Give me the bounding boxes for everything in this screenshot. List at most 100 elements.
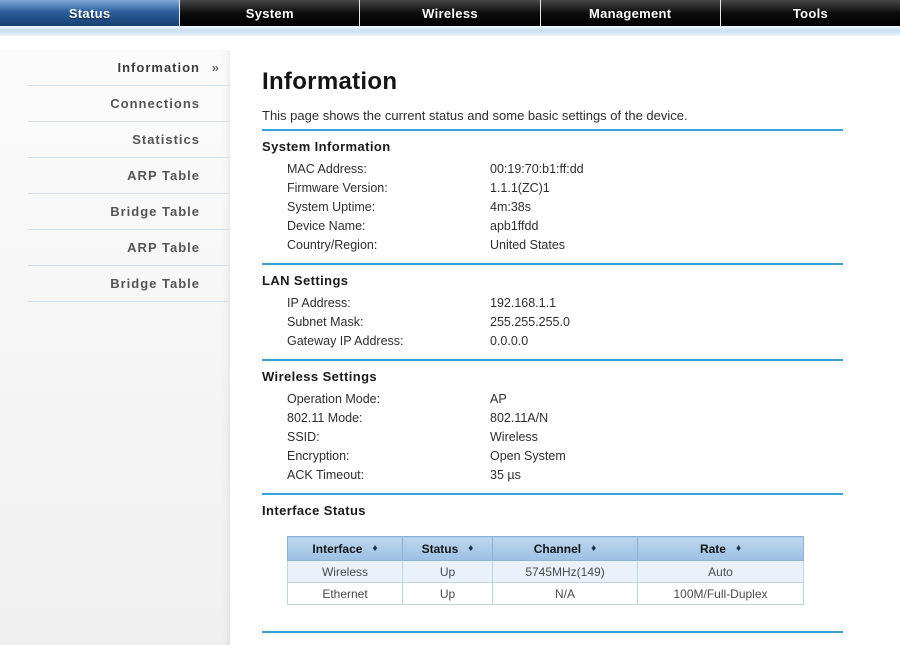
nav-tab-status[interactable]: Status [0, 0, 181, 26]
table-row-wireless: Wireless Up 5745MHz(149) Auto [287, 560, 804, 583]
section-heading-lan-settings: LAN Settings [262, 273, 349, 288]
nav-tab-wireless[interactable]: Wireless [360, 0, 541, 26]
sidebar-item-arp-table-2[interactable]: ARP Table [28, 230, 230, 266]
field-row-ip-address: IP Address: 192.168.1.1 [287, 294, 843, 313]
sidebar-item-label: Bridge Table [110, 276, 200, 291]
sidebar-item-label: ARP Table [127, 240, 200, 255]
nav-tab-management[interactable]: Management [541, 0, 721, 26]
sidebar-item-information[interactable]: Information » [28, 50, 230, 86]
divider [262, 359, 843, 361]
column-label: Interface [312, 541, 363, 556]
chevron-right-icon: » [211, 60, 219, 75]
header-spacer [0, 36, 900, 50]
sidebar-item-label: Statistics [132, 132, 200, 147]
field-label: Subnet Mask: [287, 315, 364, 329]
field-value: United States [490, 238, 566, 252]
field-value: apb1ffdd [490, 219, 539, 233]
page-body: Information » Connections Statistics ARP… [0, 50, 900, 645]
column-label: Status [421, 541, 459, 556]
field-row-80211-mode: 802.11 Mode: 802.11A/N [287, 409, 843, 428]
field-row-encryption: Encryption: Open System [287, 447, 843, 466]
cell-interface: Wireless [287, 560, 403, 583]
system-information-fields: MAC Address: 00:19:70:b1:ff:dd Firmware V… [287, 160, 843, 255]
field-label: MAC Address: [287, 162, 367, 176]
cell-interface: Ethernet [287, 582, 403, 605]
field-row-system-uptime: System Uptime: 4m:38s [287, 198, 843, 217]
sort-icon: ♦ [735, 543, 742, 554]
sidebar-item-statistics[interactable]: Statistics [28, 122, 230, 158]
field-label: ACK Timeout: [287, 468, 365, 482]
cell-channel: N/A [492, 582, 638, 605]
column-header-status[interactable]: Status ♦ [402, 536, 493, 561]
cell-status: Up [402, 582, 493, 605]
cell-channel: 5745MHz(149) [492, 560, 638, 583]
field-label: Country/Region: [287, 238, 378, 252]
column-label: Rate [699, 541, 726, 556]
table-row-ethernet: Ethernet Up N/A 100M/Full-Duplex [287, 582, 804, 605]
cell-status: Up [402, 560, 493, 583]
sort-icon: ♦ [468, 543, 474, 554]
field-label: Firmware Version: [287, 181, 388, 195]
sidebar-item-bridge-table[interactable]: Bridge Table [28, 194, 230, 230]
top-navigation: Status System Wireless Management Tools [0, 0, 900, 26]
lan-settings-fields: IP Address: 192.168.1.1 Subnet Mask: 255.2… [287, 294, 843, 351]
field-label: Operation Mode: [287, 392, 381, 406]
interface-status-table: Interface ♦ Status ♦ Channel ♦ Rate ♦ Wirele… [287, 536, 804, 605]
page-description: This page shows the current status and s… [262, 108, 688, 123]
field-label: Gateway IP Address: [287, 334, 404, 348]
sidebar: Information » Connections Statistics ARP… [0, 50, 230, 645]
field-value: 192.168.1.1 [490, 296, 557, 310]
column-header-channel[interactable]: Channel ♦ [492, 536, 638, 561]
field-value: 255.255.255.0 [490, 315, 570, 329]
page-title: Information [262, 68, 398, 95]
field-value: 35 µs [490, 468, 521, 482]
field-value: 802.11A/N [490, 411, 549, 425]
divider [262, 129, 843, 131]
sidebar-item-connections[interactable]: Connections [28, 86, 230, 122]
field-value: AP [490, 392, 507, 406]
field-value: 00:19:70:b1:ff:dd [490, 162, 584, 176]
nav-tab-system[interactable]: System [180, 0, 361, 26]
field-row-ack-timeout: ACK Timeout: 35 µs [287, 466, 843, 485]
sidebar-item-label: ARP Table [127, 168, 200, 183]
cell-rate: Auto [637, 560, 804, 583]
field-label: System Uptime: [287, 200, 376, 214]
nav-tab-tools[interactable]: Tools [721, 0, 900, 26]
field-row-country-region: Country/Region: United States [287, 236, 843, 255]
main-content: Information This page shows the current … [230, 50, 900, 645]
section-heading-interface-status: Interface Status [262, 503, 366, 518]
field-value: 1.1.1(ZC)1 [490, 181, 550, 195]
sidebar-item-arp-table[interactable]: ARP Table [28, 158, 230, 194]
section-heading-system-information: System Information [262, 139, 391, 154]
field-row-gateway-ip-address: Gateway IP Address: 0.0.0.0 [287, 332, 843, 351]
field-row-ssid: SSID: Wireless [287, 428, 843, 447]
divider [262, 263, 843, 265]
sidebar-item-label: Connections [110, 96, 200, 111]
column-label: Channel [533, 541, 582, 556]
section-heading-wireless-settings: Wireless Settings [262, 369, 378, 384]
sort-icon: ♦ [372, 543, 378, 554]
field-row-mac-address: MAC Address: 00:19:70:b1:ff:dd [287, 160, 843, 179]
field-label: Encryption: [287, 449, 350, 463]
sidebar-item-label: Bridge Table [110, 204, 200, 219]
field-label: SSID: [287, 430, 320, 444]
field-label: Device Name: [287, 219, 366, 233]
wireless-settings-fields: Operation Mode: AP 802.11 Mode: 802.11A/N … [287, 390, 843, 485]
nav-accent-bar [0, 26, 900, 36]
field-row-firmware-version: Firmware Version: 1.1.1(ZC)1 [287, 179, 843, 198]
field-value: Wireless [490, 430, 538, 444]
table-header-row: Interface ♦ Status ♦ Channel ♦ Rate ♦ [287, 536, 804, 561]
sidebar-item-label: Information [117, 60, 200, 75]
field-row-device-name: Device Name: apb1ffdd [287, 217, 843, 236]
field-value: Open System [490, 449, 566, 463]
field-row-operation-mode: Operation Mode: AP [287, 390, 843, 409]
field-row-subnet-mask: Subnet Mask: 255.255.255.0 [287, 313, 843, 332]
sort-icon: ♦ [591, 543, 597, 554]
field-label: 802.11 Mode: [287, 411, 363, 425]
divider [262, 493, 843, 495]
sidebar-item-bridge-table-2[interactable]: Bridge Table [28, 266, 230, 302]
column-header-rate[interactable]: Rate ♦ [637, 536, 804, 561]
cell-rate: 100M/Full-Duplex [637, 582, 804, 605]
column-header-interface[interactable]: Interface ♦ [287, 536, 403, 561]
divider [262, 631, 843, 633]
